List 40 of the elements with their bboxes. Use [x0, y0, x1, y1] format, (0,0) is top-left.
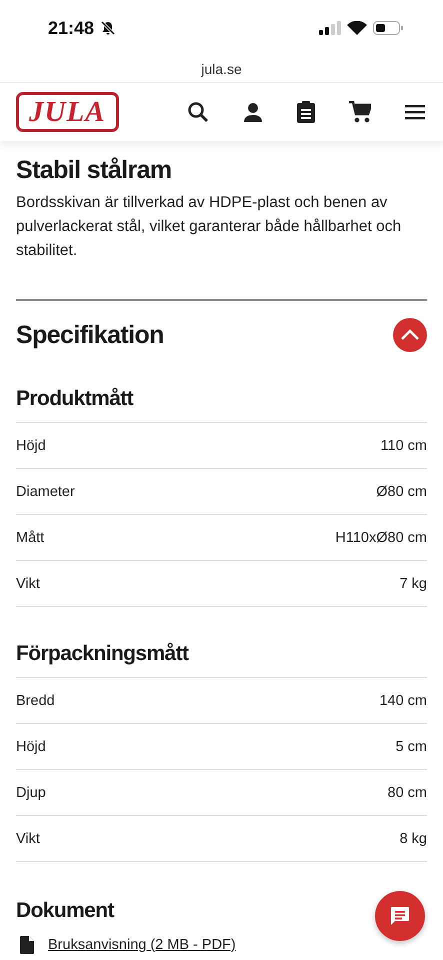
spec-value: 110 cm	[380, 438, 427, 454]
wifi-icon	[347, 21, 367, 35]
url-text[interactable]: jula.se	[201, 61, 242, 77]
signal-icon	[319, 21, 341, 35]
group-heading: Produktmått	[16, 386, 134, 412]
spec-value: 7 kg	[400, 576, 427, 592]
feature-description: Bordsskivan är tillverkad av HDPE-plast och benen av pulverlackerat stål, vilket garanterar både hållbarhet och stabilitet.	[16, 193, 402, 261]
clipboard-icon[interactable]	[297, 101, 315, 123]
logo[interactable]: JULA	[16, 92, 118, 132]
chat-button[interactable]	[375, 891, 425, 941]
spec-value: Ø80 cm	[376, 484, 427, 500]
section-heading: Stabil stålram	[16, 155, 173, 185]
collapse-button[interactable]	[393, 318, 427, 352]
muted-bell-icon	[100, 20, 116, 36]
status-time: 21:48	[48, 18, 94, 38]
section-heading: Dokument	[16, 898, 114, 924]
group-heading: Förpackningsmått	[16, 641, 190, 667]
spec-label: Bredd	[16, 692, 55, 708]
spec-value: 80 cm	[388, 784, 427, 800]
spec-label: Mått	[16, 530, 44, 546]
menu-icon[interactable]	[405, 104, 425, 120]
spec-label: Vikt	[16, 830, 40, 846]
cart-icon[interactable]	[349, 101, 371, 123]
document-icon	[20, 936, 34, 954]
spec-label: Höjd	[16, 738, 46, 754]
spec-value: 8 kg	[400, 830, 427, 846]
spec-value: H110xØ80 cm	[335, 530, 427, 546]
document-link[interactable]: Bruksanvisning (2 MB - PDF)	[48, 937, 236, 953]
search-icon[interactable]	[187, 101, 209, 123]
spec-label: Djup	[16, 784, 46, 800]
spec-label: Diameter	[16, 484, 75, 500]
spec-label: Vikt	[16, 576, 40, 592]
chat-icon	[389, 905, 411, 927]
person-icon[interactable]	[243, 102, 263, 122]
chevron-icon	[400, 329, 420, 341]
battery-icon	[373, 21, 403, 35]
spec-label: Höjd	[16, 438, 46, 454]
section-heading: Specifikation	[16, 320, 164, 350]
spec-value: 140 cm	[379, 692, 427, 708]
spec-value: 5 cm	[396, 738, 427, 754]
